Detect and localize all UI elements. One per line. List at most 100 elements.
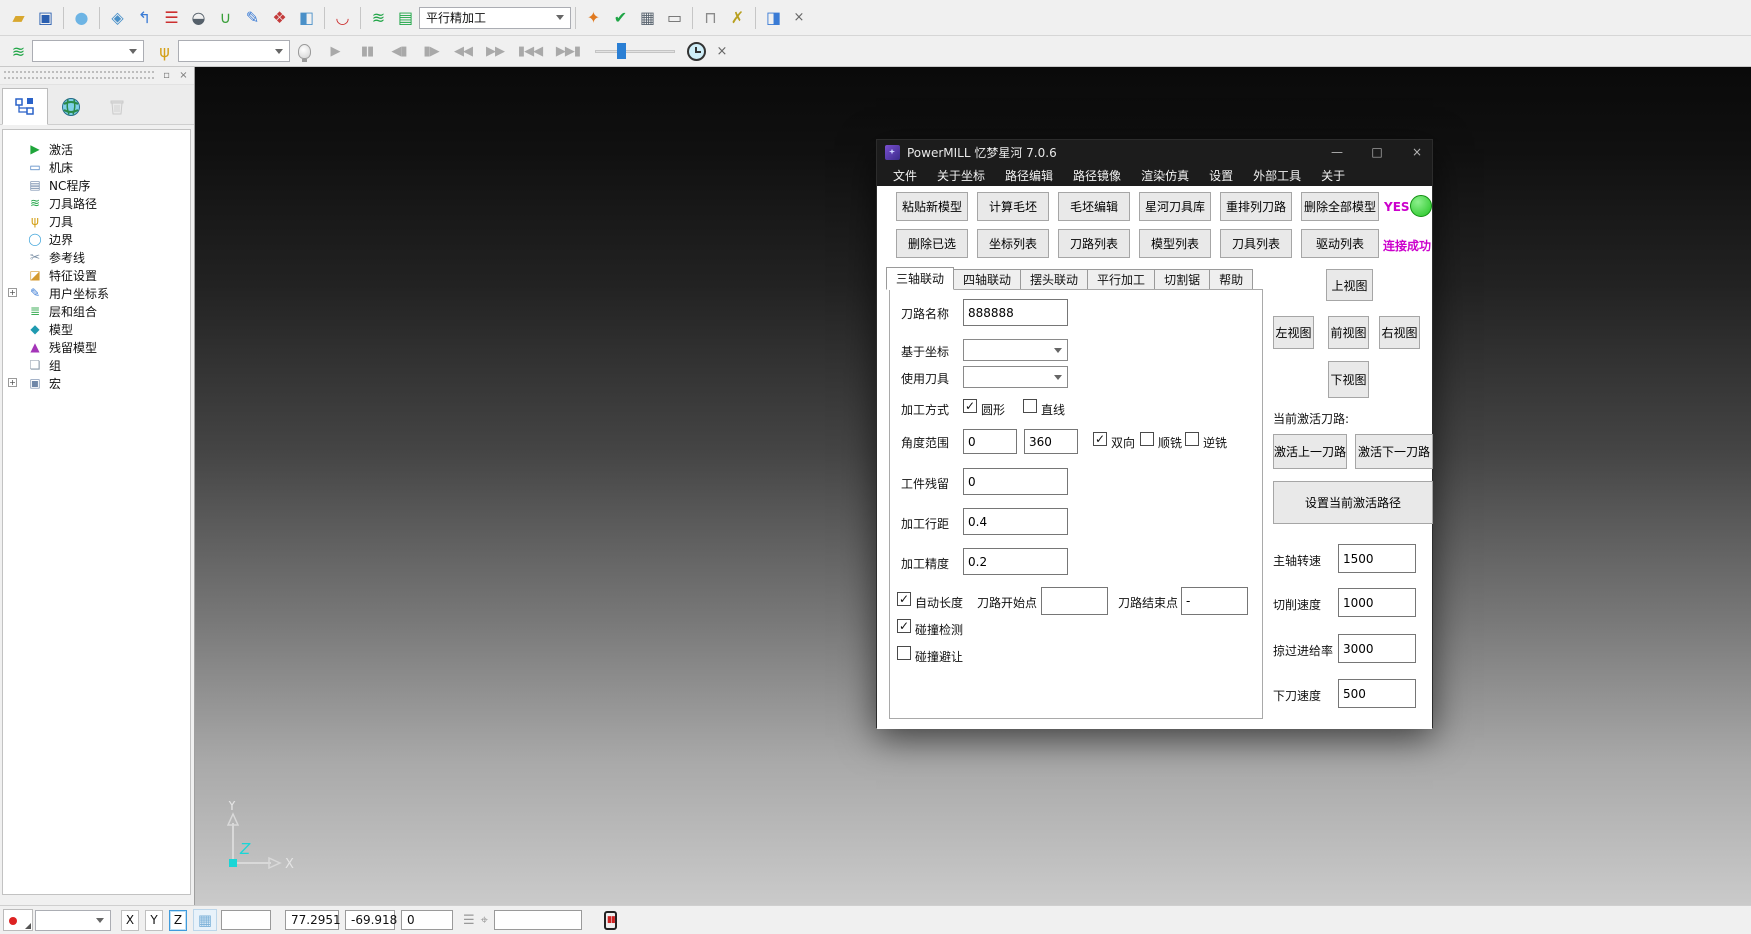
tree-item-patterns[interactable]: ✂参考线 xyxy=(3,248,190,266)
tab-explorer-tree[interactable] xyxy=(2,88,48,125)
menu-path-mirror[interactable]: 路径镜像 xyxy=(1063,167,1131,184)
position-field[interactable] xyxy=(494,910,582,930)
tree-item-feature-sets[interactable]: ◪特征设置 xyxy=(3,266,190,284)
coord-list-button[interactable]: 坐标列表 xyxy=(977,229,1049,258)
grid-size-field[interactable] xyxy=(221,910,271,930)
view-top-button[interactable]: 上视图 xyxy=(1326,269,1373,301)
tab-parallel[interactable]: 平行加工 xyxy=(1088,269,1155,290)
ruler-icon[interactable]: ▭ xyxy=(662,5,687,30)
angle-to-input[interactable] xyxy=(1024,429,1078,454)
skim-feed-input[interactable] xyxy=(1338,634,1416,663)
based-coord-select[interactable] xyxy=(963,339,1068,361)
crossing-arrows-icon[interactable]: ✗ xyxy=(725,5,750,30)
x-axis-button[interactable]: X xyxy=(121,910,139,931)
panel-close-icon[interactable]: × xyxy=(176,68,191,82)
block-edit-button[interactable]: 毛坯编辑 xyxy=(1058,192,1130,221)
view-front-button[interactable]: 前视图 xyxy=(1328,316,1369,349)
auto-length-checkbox[interactable] xyxy=(897,592,911,606)
toolbar-close-icon[interactable]: × xyxy=(788,7,810,29)
tree-item-workplanes[interactable]: ✎用户坐标系 xyxy=(3,284,190,302)
tree-item-toolpaths[interactable]: ≋刀具路径 xyxy=(3,194,190,212)
pattern-icon[interactable]: ❖ xyxy=(267,5,292,30)
angle-from-input[interactable] xyxy=(963,429,1017,454)
menu-path-edit[interactable]: 路径编辑 xyxy=(995,167,1063,184)
tree-item-stock-models[interactable]: ▲残留模型 xyxy=(3,338,190,356)
menu-file[interactable]: 文件 xyxy=(883,167,927,184)
menu-external-tools[interactable]: 外部工具 xyxy=(1243,167,1311,184)
tab-globe[interactable] xyxy=(48,88,94,125)
go-start-button[interactable]: ▮◀◀ xyxy=(512,39,548,64)
machining-strategy-select[interactable]: 平行精加工 xyxy=(419,7,571,29)
close-button[interactable]: × xyxy=(1410,145,1424,159)
plunge-feed-input[interactable] xyxy=(1338,679,1416,708)
sim-toolbar-close-icon[interactable]: × xyxy=(711,40,733,62)
slider-thumb[interactable] xyxy=(617,43,626,59)
ball-tool-icon[interactable]: ◒ xyxy=(186,5,211,30)
toolpath-connections-icon[interactable]: ↰ xyxy=(132,5,157,30)
tolerance-input[interactable] xyxy=(963,548,1068,575)
tree-item-groups[interactable]: ❏组 xyxy=(3,356,190,374)
circle-mode-checkbox[interactable] xyxy=(963,399,977,413)
step-back-button[interactable]: ◀▮ xyxy=(384,39,414,64)
tree-item-tools[interactable]: ψ刀具 xyxy=(3,212,190,230)
view-left-button[interactable]: 左视图 xyxy=(1273,316,1314,349)
menu-settings[interactable]: 设置 xyxy=(1199,167,1243,184)
activate-prev-button[interactable]: 激活上一刀路 xyxy=(1273,434,1347,469)
end-point-input[interactable] xyxy=(1181,587,1248,615)
tree-item-models[interactable]: ◆模型 xyxy=(3,320,190,338)
sim-tool-select[interactable] xyxy=(178,40,290,62)
climb-checkbox[interactable] xyxy=(1140,432,1154,446)
collision-check-checkbox[interactable] xyxy=(897,619,911,633)
tree-item-macros[interactable]: ▣宏 xyxy=(3,374,190,392)
delete-selected-button[interactable]: 删除已选 xyxy=(896,229,968,258)
strategy-list-icon[interactable]: ▤ xyxy=(393,5,418,30)
search-forward-button[interactable]: ▶▶ xyxy=(480,39,510,64)
stock-remain-input[interactable] xyxy=(963,468,1068,495)
tool-library-button[interactable]: 星河刀具库 xyxy=(1139,192,1211,221)
pause-device-icon[interactable]: ▮▮ xyxy=(604,911,617,930)
sim-toolpath-select[interactable] xyxy=(32,40,144,62)
bidirectional-checkbox[interactable] xyxy=(1093,432,1107,446)
open-project-icon[interactable]: ▰ xyxy=(6,5,31,30)
clock-icon[interactable] xyxy=(687,42,706,61)
line-mode-checkbox[interactable] xyxy=(1023,399,1037,413)
expander-icon[interactable] xyxy=(8,288,17,297)
toolpath-name-input[interactable] xyxy=(963,299,1068,326)
coord-z-field[interactable]: 0 xyxy=(401,910,453,930)
dialog-titlebar[interactable]: PowerMILL 忆梦星河 7.0.6 — □ × xyxy=(877,140,1432,164)
light-bulb-icon[interactable] xyxy=(298,44,311,59)
y-axis-button[interactable]: Y xyxy=(145,910,163,931)
menu-about[interactable]: 关于 xyxy=(1311,167,1355,184)
tool-holder-pair-icon[interactable]: ⊓ xyxy=(698,5,723,30)
tab-saw[interactable]: 切割锯 xyxy=(1155,269,1210,290)
block-icon[interactable]: ◈ xyxy=(105,5,130,30)
statusbar-select[interactable] xyxy=(35,910,111,931)
coord-x-field[interactable]: 77.2951 xyxy=(285,910,339,930)
save-project-icon[interactable]: ▣ xyxy=(33,5,58,30)
tab-3axis[interactable]: 三轴联动 xyxy=(886,267,954,290)
gouge-check-icon[interactable]: ∪ xyxy=(213,5,238,30)
rapid-heights-icon[interactable]: ☰ xyxy=(159,5,184,30)
block-tool-icon[interactable]: ◧ xyxy=(294,5,319,30)
sim-speed-slider[interactable] xyxy=(595,42,675,60)
play-button[interactable]: ▶ xyxy=(320,39,350,64)
tab-4axis[interactable]: 四轴联动 xyxy=(954,269,1021,290)
tool-list-button[interactable]: 刀具列表 xyxy=(1220,229,1292,258)
model-list-button[interactable]: 模型列表 xyxy=(1139,229,1211,258)
delete-all-models-button[interactable]: 删除全部模型 xyxy=(1301,192,1379,221)
flame-tool-icon[interactable]: ✦ xyxy=(581,5,606,30)
menu-render-sim[interactable]: 渲染仿真 xyxy=(1131,167,1199,184)
tree-item-boundaries[interactable]: ◯边界 xyxy=(3,230,190,248)
panel-float-icon[interactable]: ▫ xyxy=(159,68,174,82)
tab-swivel-head[interactable]: 摆头联动 xyxy=(1021,269,1088,290)
grid-snap-icon[interactable]: ▦ xyxy=(193,909,217,931)
step-forward-button[interactable]: ▮▶ xyxy=(416,39,446,64)
stepover-input[interactable] xyxy=(963,508,1068,535)
calculator-icon[interactable]: ▦ xyxy=(635,5,660,30)
tree-item-levels-sets[interactable]: ≣层和组合 xyxy=(3,302,190,320)
minimize-button[interactable]: — xyxy=(1330,145,1344,159)
tree-item-activate[interactable]: ▶激活 xyxy=(3,140,190,158)
spindle-speed-input[interactable] xyxy=(1338,544,1416,573)
search-back-button[interactable]: ◀◀ xyxy=(448,39,478,64)
use-tool-select[interactable] xyxy=(963,366,1068,388)
